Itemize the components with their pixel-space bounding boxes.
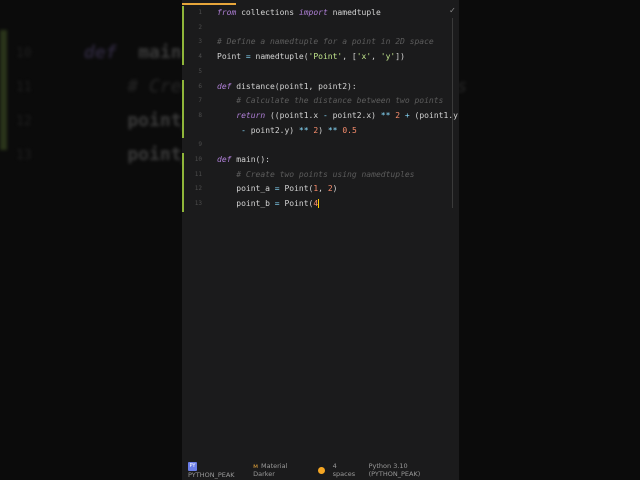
code-line[interactable]: 10 def main(): [182,153,459,168]
line-number: 1 [198,9,202,16]
project-widget[interactable]: PYPYTHON_PEAK [188,461,245,479]
line-code: point_b = Point(4 [217,199,320,209]
line-number: 2 [198,23,202,31]
change-marker [182,197,184,212]
line-code: Point = namedtuple('Point', ['x', 'y']) [217,52,405,62]
line-code: point_a = Point(1, 2) [217,184,338,194]
code-line[interactable]: 4 Point = namedtuple('Point', ['x', 'y']) [182,50,459,65]
code-line[interactable]: 6 def distance(point1, point2): [182,79,459,95]
interpreter-selector[interactable]: Python 3.10 (PYTHON_PEAK) [369,462,459,478]
project-name: PYTHON_PEAK [188,470,235,479]
indent-setting[interactable]: 4 spaces [333,462,361,478]
line-number: 4 [198,53,202,61]
code-editor[interactable]: ✓ 1 from collections import namedtuple 2 3 #… [182,0,459,480]
line-number: 12 [16,114,32,129]
line-number: 9 [198,141,202,149]
code-line[interactable]: 5 [182,65,459,80]
line-code: point_ [84,110,193,131]
change-marker [182,123,184,139]
code-line[interactable]: - point2.y) ** 2) ** 0.5 [182,123,459,139]
line-number: 11 [194,170,202,178]
line-number: 3 [198,38,202,46]
line-code: - point2.y) ** 2) ** 0.5 [241,125,357,135]
change-marker [182,35,184,51]
change-marker [182,6,184,21]
active-tab-indicator [182,3,236,5]
line-number: 6 [198,82,202,90]
line-number: 7 [198,97,202,105]
change-marker [182,50,184,65]
line-number: 13 [194,200,202,208]
code-line[interactable]: 11 # Create two points using namedtuples [182,167,459,183]
line-code: def distance(point1, point2): [217,81,357,91]
line-number: 8 [198,111,202,119]
code-line[interactable]: 13 point_b = Point(4 [182,197,459,212]
change-marker [182,153,184,168]
code-line[interactable]: 7 # Calculate the distance between two p… [182,94,459,109]
line-number: 13 [16,148,32,163]
code-line[interactable]: 12 point_a = Point(1, 2) [182,182,459,198]
change-marker [182,182,184,198]
line-code: from collections import namedtuple [217,8,381,17]
theme-name: Material Darker [253,462,288,478]
line-code: # Create two points using namedtuples [236,169,415,179]
line-code: return ((point1.x - point2.x) ** 2 + (po… [236,110,458,120]
theme-widget[interactable]: ᴍ Material Darker [253,462,310,478]
line-number: 5 [198,67,202,75]
change-marker [182,79,184,95]
change-marker [182,94,184,109]
line-code: def main(): [217,155,270,164]
material-theme-icon: ᴍ [253,462,258,470]
notification-dot-icon[interactable] [317,466,325,474]
code-line[interactable]: 2 [182,20,459,36]
line-code: # Calculate the distance between two poi… [236,96,444,106]
code-line[interactable]: 9 [182,138,459,153]
python-project-icon: PY [188,461,197,471]
line-code: # Creaples [84,76,467,97]
status-bar: PYPYTHON_PEAK ᴍ Material Darker 4 spaces … [182,461,459,479]
change-marker [182,108,184,124]
code-line[interactable]: 8 return ((point1.x - point2.x) ** 2 + (… [182,108,459,124]
line-number: 11 [16,80,32,95]
line-number: 12 [194,185,202,193]
change-marker [182,167,184,183]
code-line[interactable]: 3 # Define a namedtuple for a point in 2D… [182,35,459,51]
line-code: point_ [84,144,193,165]
line-number: 10 [194,156,202,163]
code-line[interactable]: 1 from collections import namedtuple [182,6,459,21]
line-number: 10 [16,46,32,61]
line-code: # Define a namedtuple for a point in 2D … [217,37,434,47]
change-marker [182,20,184,36]
